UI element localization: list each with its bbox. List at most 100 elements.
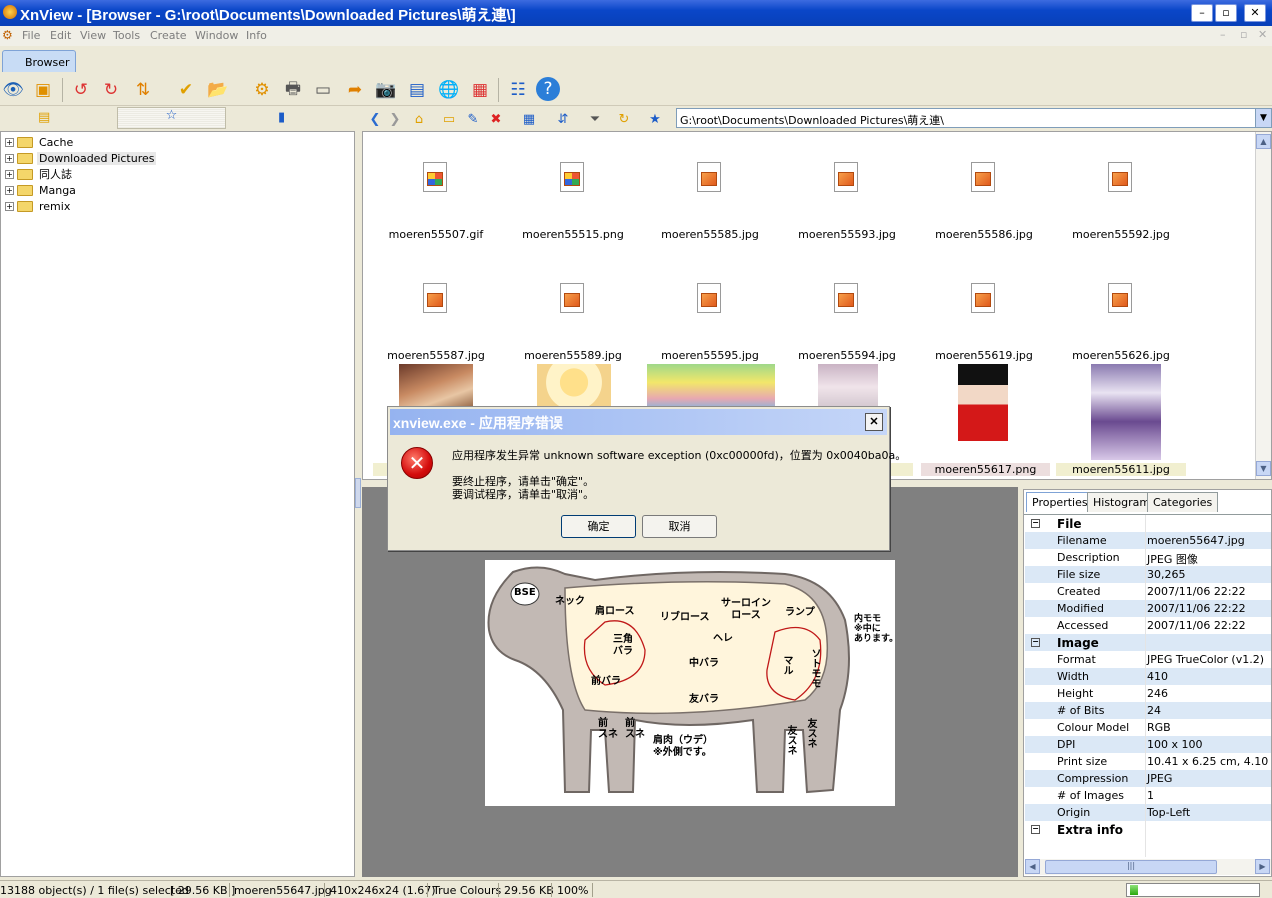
favorites-tab-icon[interactable]: ☆ <box>117 107 226 129</box>
thumbnail-item[interactable]: moeren55589.jpg <box>508 259 638 377</box>
scroll-up-icon[interactable]: ▲ <box>1256 134 1271 149</box>
property-row: Colour Model RGB <box>1057 721 1171 734</box>
forward-icon[interactable]: ❯ <box>386 110 404 128</box>
fullscreen-icon[interactable]: ▣ <box>30 77 56 103</box>
section-extra-info[interactable]: − Extra info <box>1025 821 1271 838</box>
scroll-right-icon[interactable]: ▶ <box>1255 859 1270 874</box>
thumbnail-item[interactable]: moeren55619.jpg <box>919 259 1049 377</box>
delete-icon[interactable]: ✖ <box>487 110 505 128</box>
export-icon[interactable]: ➦ <box>342 77 368 103</box>
thumbnail-item[interactable]: moeren55626.jpg <box>1056 259 1186 377</box>
thumbnail-item[interactable]: moeren55594.jpg <box>782 259 912 377</box>
favorite-star-icon[interactable]: ★ <box>646 110 664 128</box>
mdi-close-button[interactable]: ✕ <box>1258 28 1267 41</box>
scroll-thumb[interactable]: ||| <box>1045 860 1217 874</box>
eye-view-icon[interactable]: 👁 <box>0 77 26 103</box>
options-icon[interactable]: ☷ <box>505 77 531 103</box>
cow-label-flank: 友バラ <box>689 694 719 705</box>
expand-icon[interactable]: + <box>5 137 14 147</box>
section-file[interactable]: − File <box>1025 515 1271 532</box>
close-button[interactable]: ✕ <box>1244 4 1266 22</box>
xnview-app-icon[interactable] <box>3 5 17 19</box>
menu-info[interactable]: Info <box>246 29 267 42</box>
expand-icon[interactable]: + <box>5 185 14 195</box>
address-dropdown-icon[interactable]: ▼ <box>1255 109 1271 127</box>
thumbnail-item[interactable]: moeren55593.jpg <box>782 138 912 256</box>
rotate-left-icon[interactable]: ↺ <box>68 77 94 103</box>
thumbnail-item[interactable]: moeren55585.jpg <box>645 138 775 256</box>
thumbnail-item[interactable]: moeren55595.jpg <box>645 259 775 377</box>
address-field[interactable]: G:\root\Documents\Downloaded Pictures\萌え… <box>676 108 1272 128</box>
thumbnail-item[interactable]: moeren55586.jpg <box>919 138 1049 256</box>
folders-tab-icon[interactable]: ▤ <box>38 110 50 125</box>
menu-view[interactable]: View <box>80 29 106 42</box>
thumbnail-item[interactable]: moeren55592.jpg <box>1056 138 1186 256</box>
mdi-app-icon[interactable]: ⚙ <box>2 28 13 42</box>
tab-categories[interactable]: Categories <box>1147 492 1219 512</box>
tree-item-doujinshi[interactable]: + 同人誌 <box>5 166 74 182</box>
menu-edit[interactable]: Edit <box>50 29 71 42</box>
mdi-minimize-button[interactable]: – <box>1220 28 1226 41</box>
status-colours: True Colours <box>433 884 502 897</box>
tab-properties[interactable]: Properties <box>1026 492 1094 512</box>
view-mode-icon[interactable]: ▦ <box>520 110 538 128</box>
cow-label-rib-loin: リブロース <box>660 612 710 623</box>
tab-browser[interactable]: Browser <box>2 50 76 72</box>
minimize-button[interactable]: – <box>1191 4 1213 22</box>
menu-tools[interactable]: Tools <box>113 29 140 42</box>
tree-item-downloaded-pictures[interactable]: + Downloaded Pictures <box>5 150 157 166</box>
menu-window[interactable]: Window <box>195 29 238 42</box>
back-icon[interactable]: ❮ <box>366 110 384 128</box>
refresh-icon[interactable]: ↻ <box>615 110 633 128</box>
expand-icon[interactable]: + <box>5 153 14 163</box>
png-file-icon <box>560 162 584 192</box>
anime-thumbnail[interactable] <box>958 364 1008 460</box>
tree-item-cache[interactable]: + Cache <box>5 134 75 150</box>
scroll-down-icon[interactable]: ▼ <box>1256 461 1271 476</box>
anime-thumbnail[interactable] <box>399 364 473 410</box>
rename-icon[interactable]: ✎ <box>464 110 482 128</box>
properties-hscrollbar[interactable]: ◀ ||| ▶ <box>1025 859 1271 875</box>
parent-folder-icon[interactable]: ⌂ <box>410 110 428 128</box>
anime-thumbnail[interactable] <box>537 364 611 410</box>
mdi-restore-button[interactable]: ▫ <box>1240 28 1247 41</box>
sort-icon[interactable]: ⇵ <box>554 110 572 128</box>
open-folder-icon[interactable]: 📂 <box>205 77 231 103</box>
thumbnail-scrollbar[interactable]: ▲ ▼ <box>1255 132 1271 479</box>
expand-icon[interactable]: + <box>5 201 14 211</box>
ok-button[interactable]: 确定 <box>561 515 636 538</box>
filter-icon[interactable]: ⏷ <box>586 110 604 128</box>
section-image[interactable]: − Image <box>1025 634 1271 651</box>
tab-histogram[interactable]: Histogram <box>1087 492 1157 512</box>
print-icon[interactable]: 🖶 <box>280 77 306 103</box>
anime-thumbnail[interactable] <box>647 364 775 410</box>
select-files-icon[interactable]: ✔ <box>173 77 199 103</box>
thumbnail-item[interactable]: moeren55587.jpg <box>371 259 501 377</box>
thumbnail-item[interactable]: moeren55515.png <box>508 138 638 256</box>
anime-thumbnail[interactable] <box>1091 364 1161 460</box>
scanner-icon[interactable]: ▭ <box>310 77 336 103</box>
scroll-left-icon[interactable]: ◀ <box>1025 859 1040 874</box>
filmstrip-icon[interactable]: ▤ <box>404 77 430 103</box>
categories-tab-icon[interactable]: ▮ <box>278 110 285 125</box>
help-icon[interactable]: ? <box>536 77 560 101</box>
maximize-button[interactable]: ▫ <box>1215 4 1237 22</box>
camera-icon[interactable]: 📷 <box>373 77 399 103</box>
tree-item-remix[interactable]: + remix <box>5 198 72 214</box>
web-globe-icon[interactable]: 🌐 <box>436 77 462 103</box>
dialog-close-button[interactable]: ✕ <box>865 413 883 431</box>
tree-item-manga[interactable]: + Manga <box>5 182 78 198</box>
menu-create[interactable]: Create <box>150 29 187 42</box>
new-folder-icon[interactable]: ▭ <box>440 110 458 128</box>
thumbnail-item[interactable]: moeren55507.gif <box>371 138 501 256</box>
anime-thumbnail[interactable] <box>818 364 878 410</box>
error-icon: ✕ <box>401 447 433 479</box>
flip-icon[interactable]: ⇅ <box>130 77 156 103</box>
expand-icon[interactable]: + <box>5 169 14 179</box>
contact-sheet-icon[interactable]: ▦ <box>467 77 493 103</box>
rotate-right-icon[interactable]: ↻ <box>98 77 124 103</box>
menu-file[interactable]: File <box>22 29 40 42</box>
cancel-button[interactable]: 取消 <box>642 515 717 538</box>
splitter-handle[interactable] <box>355 478 361 508</box>
batch-convert-icon[interactable]: ⚙ <box>249 77 275 103</box>
